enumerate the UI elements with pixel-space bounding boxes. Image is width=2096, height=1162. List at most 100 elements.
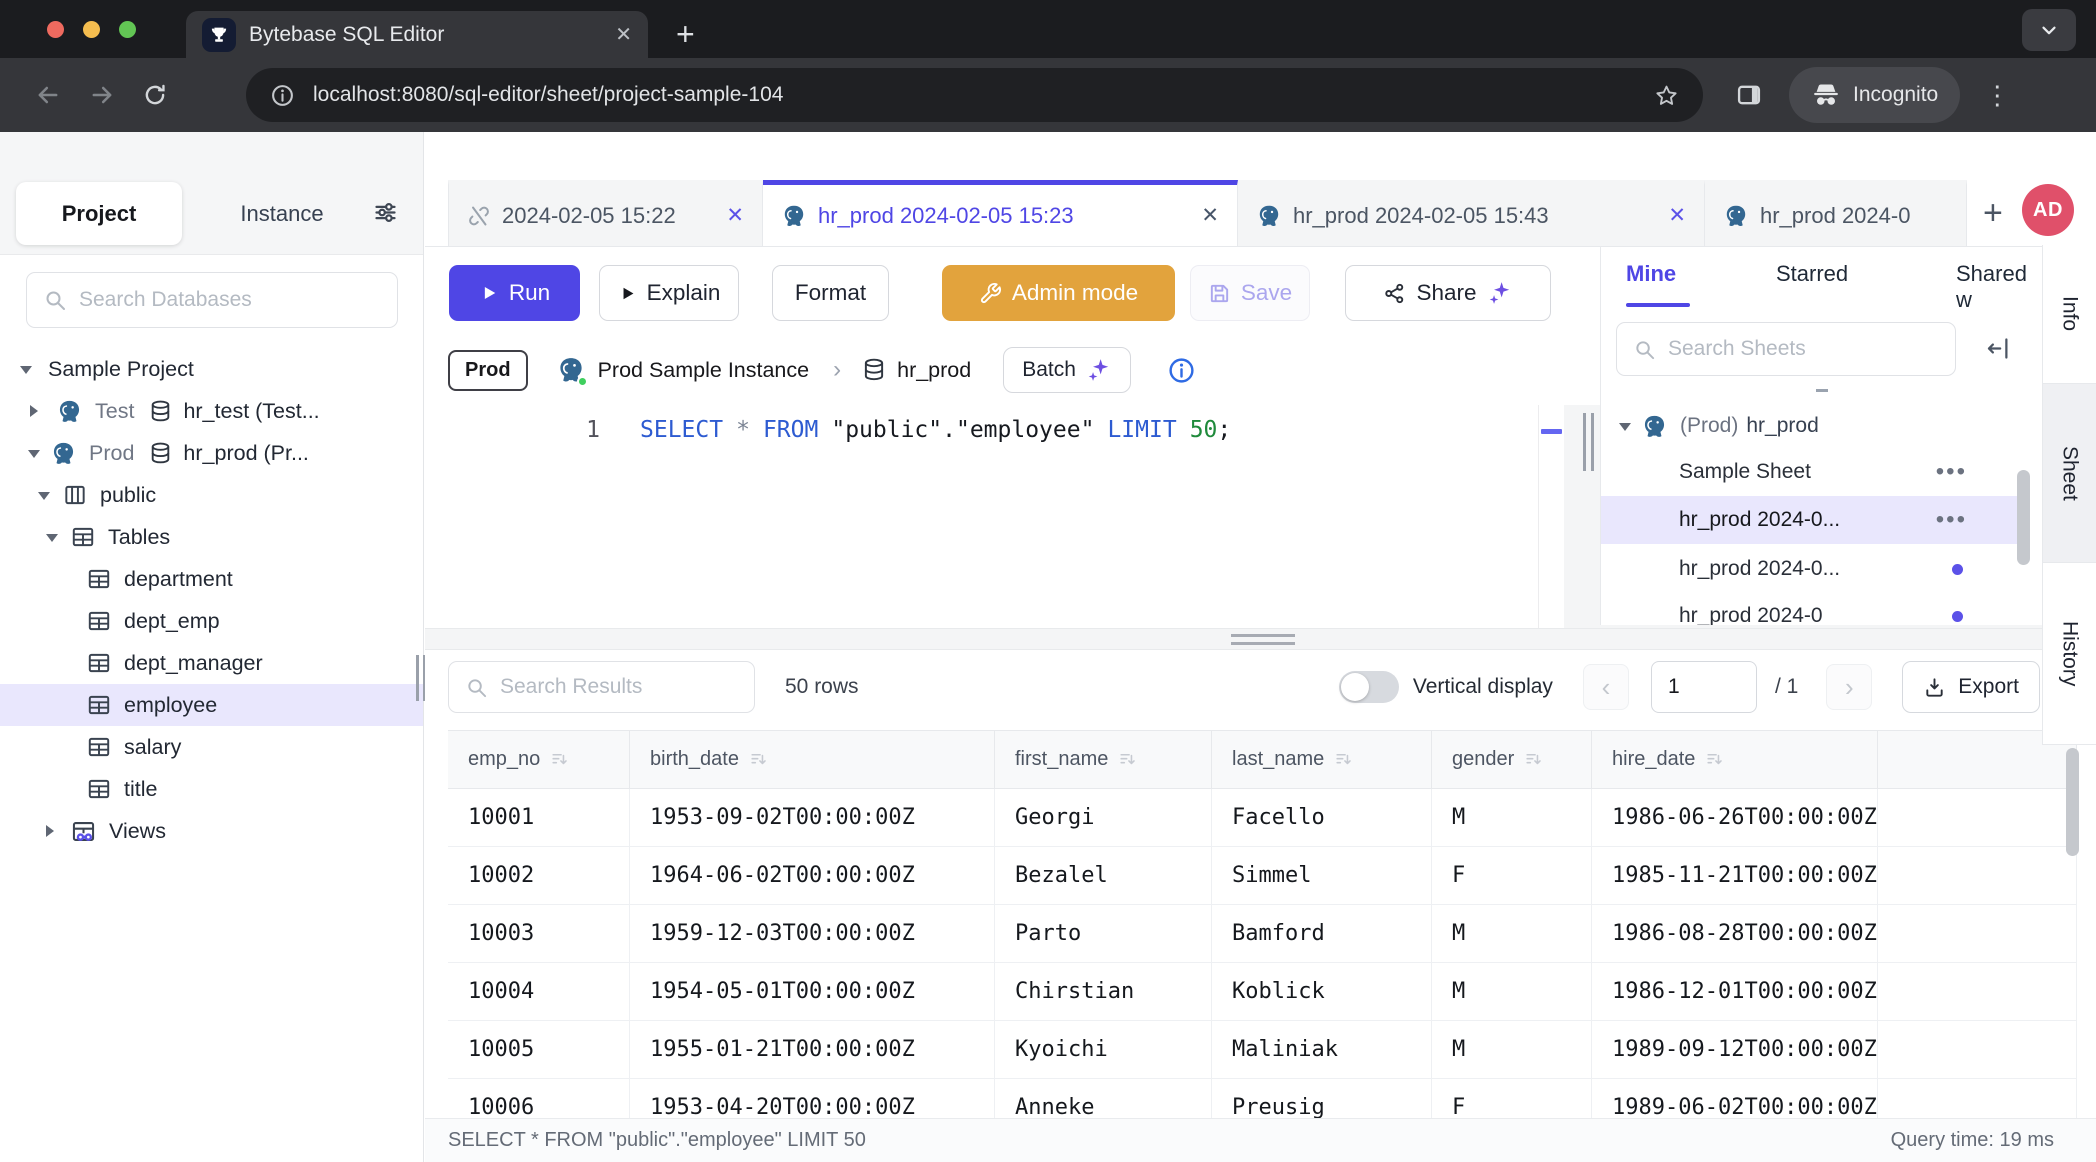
tree-item-tables-group[interactable]: Tables [0, 516, 423, 558]
user-avatar[interactable]: AD [2022, 184, 2074, 236]
sort-icon[interactable] [1118, 750, 1137, 769]
tab-project[interactable]: Project [16, 182, 182, 245]
search-sheets-field[interactable] [1616, 322, 1956, 376]
sheet-tab-3[interactable]: hr_prod 2024-02-05 15:43 ✕ [1238, 180, 1705, 246]
browser-tab[interactable]: Bytebase SQL Editor ✕ [186, 11, 648, 58]
more-options-icon[interactable]: ••• [1936, 458, 1967, 486]
run-button[interactable]: Run [449, 265, 580, 321]
sheet-item-selected[interactable]: hr_prod 2024-0... ••• [1601, 496, 2029, 544]
url-bar[interactable]: localhost:8080/sql-editor/sheet/project-… [246, 68, 1703, 122]
sheet-item[interactable]: Sample Sheet ••• [1601, 449, 2029, 495]
sheet-item[interactable]: hr_prod 2024-0... [1601, 547, 2029, 591]
caret-down-icon[interactable] [38, 492, 50, 506]
table-row[interactable]: 100021964-06-02T00:00:00ZBezalelSimmelF1… [448, 847, 2077, 905]
column-header[interactable]: hire_date [1592, 731, 1878, 789]
window-zoom-light[interactable] [119, 21, 136, 38]
sort-icon[interactable] [1334, 750, 1353, 769]
caret-down-icon[interactable] [46, 534, 58, 548]
tree-item-project[interactable]: Sample Project [0, 348, 423, 390]
share-button[interactable]: Share [1345, 265, 1551, 321]
back-icon[interactable] [34, 81, 62, 109]
sort-icon[interactable] [550, 750, 569, 769]
vertical-tab-history[interactable]: History [2043, 563, 2096, 745]
search-databases-field[interactable] [26, 272, 398, 328]
tree-item-table-employee-selected[interactable]: employee [0, 684, 423, 726]
add-sheet-button[interactable]: + [1983, 198, 2003, 228]
sheet-item-clipped[interactable]: hr_prod 2024-0 [1601, 594, 2029, 625]
page-number-input[interactable] [1651, 661, 1757, 713]
tree-item-table-dept-emp[interactable]: dept_emp [0, 600, 423, 642]
info-icon[interactable] [1167, 356, 1196, 385]
sheet-tab-1[interactable]: 2024-02-05 15:22 ✕ [448, 180, 763, 246]
tree-item-hr-test[interactable]: Test hr_test (Test... [0, 390, 423, 432]
panel-resize-handle[interactable] [1583, 413, 1594, 471]
tab-shared[interactable]: Shared w [1956, 261, 2042, 313]
more-options-icon[interactable]: ••• [1936, 506, 1967, 534]
window-close-light[interactable] [47, 21, 64, 38]
tab-search-chevron-button[interactable] [2022, 9, 2076, 51]
column-header[interactable]: gender [1432, 731, 1592, 789]
caret-down-icon[interactable] [20, 366, 32, 380]
table-row[interactable]: 100051955-01-21T00:00:00ZKyoichiMaliniak… [448, 1021, 2077, 1079]
search-databases-input[interactable] [79, 288, 381, 312]
tree-item-table-dept-manager[interactable]: dept_manager [0, 642, 423, 684]
caret-down-icon[interactable] [28, 450, 40, 464]
table-row[interactable]: 100011953-09-02T00:00:00ZGeorgiFacelloM1… [448, 789, 2077, 847]
editor-minimap[interactable] [1538, 405, 1564, 628]
table-row[interactable]: 100041954-05-01T00:00:00ZChirstianKoblic… [448, 963, 2077, 1021]
sheet-list-scrollbar[interactable] [2017, 470, 2030, 565]
batch-button[interactable]: Batch [1003, 347, 1131, 393]
tab-instance[interactable]: Instance [212, 182, 352, 245]
bookmark-star-icon[interactable] [1654, 83, 1679, 108]
caret-right-icon[interactable] [46, 825, 60, 837]
search-sheets-input[interactable] [1668, 337, 1939, 361]
caret-down-icon[interactable] [1619, 423, 1631, 437]
tree-item-table-department[interactable]: department [0, 558, 423, 600]
prev-page-button[interactable]: ‹ [1583, 664, 1629, 710]
table-scrollbar[interactable] [2066, 748, 2079, 856]
column-header[interactable]: emp_no [448, 731, 630, 789]
window-minimize-light[interactable] [83, 21, 100, 38]
collapse-panel-icon[interactable] [1985, 335, 2012, 362]
tree-item-table-title[interactable]: title [0, 768, 423, 810]
reload-icon[interactable] [142, 82, 168, 108]
vertical-tab-sheet[interactable]: Sheet [2043, 383, 2096, 563]
table-row[interactable]: 100031959-12-03T00:00:00ZPartoBamfordM19… [448, 905, 2077, 963]
sort-icon[interactable] [1524, 750, 1543, 769]
export-button[interactable]: Export [1902, 661, 2040, 713]
table-row-clipped[interactable]: 100061953-04-20T00:00:00ZAnnekePreusigF1… [448, 1079, 2077, 1118]
results-resize-bar[interactable] [425, 628, 2096, 650]
search-results-field[interactable] [448, 661, 755, 713]
instance-name[interactable]: Prod Sample Instance [598, 358, 810, 383]
new-browser-tab-button[interactable]: + [676, 12, 695, 56]
tab-starred[interactable]: Starred [1776, 261, 1848, 287]
caret-right-icon[interactable] [30, 405, 44, 417]
close-icon[interactable]: ✕ [1668, 203, 1686, 228]
column-header[interactable]: first_name [995, 731, 1212, 789]
column-header[interactable]: last_name [1212, 731, 1432, 789]
column-header[interactable]: birth_date [630, 731, 995, 789]
format-button[interactable]: Format [772, 265, 889, 321]
drag-handle[interactable] [1231, 634, 1295, 650]
close-icon[interactable]: ✕ [1201, 203, 1219, 228]
tab-mine[interactable]: Mine [1626, 261, 1676, 287]
next-page-button[interactable]: › [1826, 664, 1872, 710]
side-panel-icon[interactable] [1735, 81, 1763, 109]
save-button[interactable]: Save [1190, 265, 1310, 321]
tree-item-table-salary[interactable]: salary [0, 726, 423, 768]
tree-item-views-group[interactable]: Views [0, 810, 423, 852]
vertical-tab-info[interactable]: Info [2043, 245, 2096, 383]
browser-tab-close-icon[interactable]: ✕ [615, 22, 632, 47]
sheet-tab-4[interactable]: hr_prod 2024-0 [1705, 180, 1967, 246]
search-results-input[interactable] [500, 675, 738, 699]
sheet-group-hr-prod[interactable]: (Prod) hr_prod [1601, 403, 2029, 449]
database-name[interactable]: hr_prod [897, 358, 971, 383]
explain-button[interactable]: Explain [599, 265, 739, 321]
tree-item-schema-public[interactable]: public [0, 474, 423, 516]
browser-menu-icon[interactable]: ⋮ [1984, 80, 2010, 111]
forward-icon[interactable] [88, 81, 116, 109]
vertical-display-toggle[interactable] [1339, 671, 1399, 703]
close-icon[interactable]: ✕ [726, 203, 744, 228]
sort-icon[interactable] [749, 750, 768, 769]
filter-sliders-icon[interactable] [372, 199, 399, 226]
